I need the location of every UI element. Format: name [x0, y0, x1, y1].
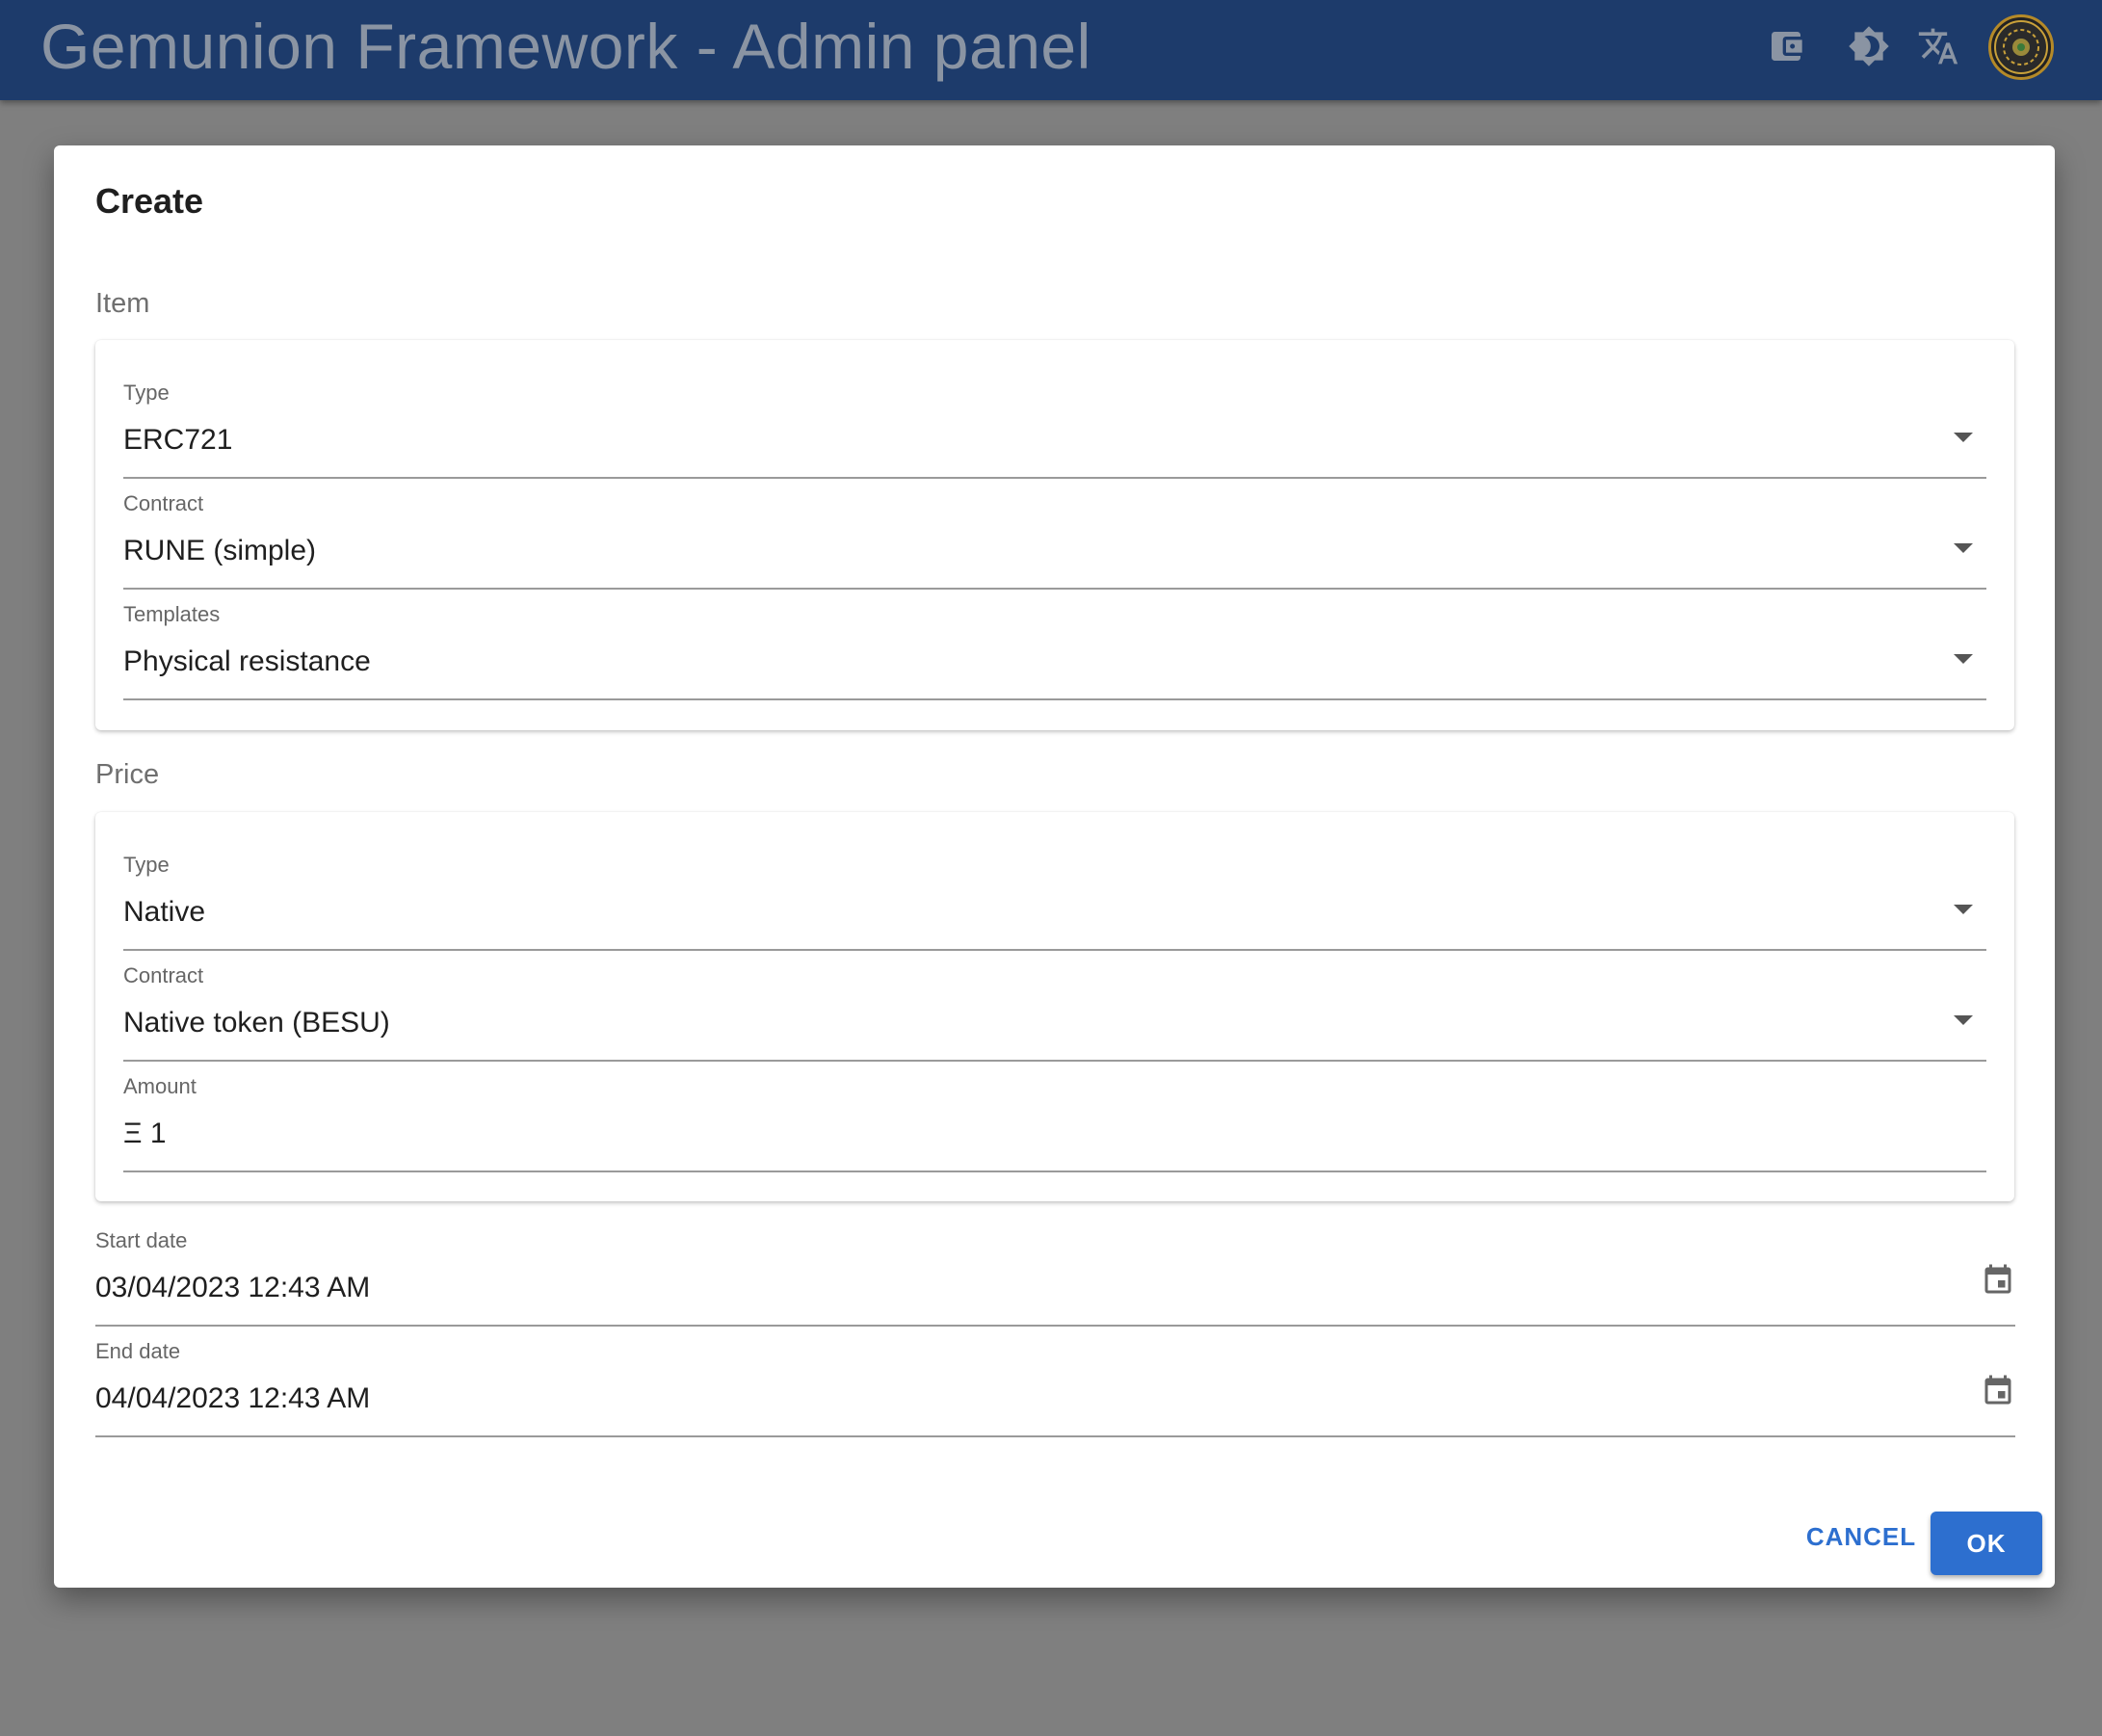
item-templates-label: Templates	[123, 602, 221, 626]
chevron-down-icon	[1954, 543, 1973, 553]
create-dialog: Create Item Type ERC721 Contract RUNE (s…	[54, 145, 2055, 1588]
price-amount-input[interactable]: Amount Ξ 1	[123, 1072, 1986, 1172]
start-date-label: Start date	[95, 1228, 188, 1252]
chevron-down-icon	[1954, 1015, 1973, 1025]
start-date-value: 03/04/2023 12:43 AM	[95, 1272, 371, 1303]
item-section-label: Item	[95, 288, 150, 319]
price-contract-value: Native token (BESU)	[123, 1007, 390, 1039]
app-bar: Gemunion Framework - Admin panel	[0, 0, 2102, 100]
item-contract-value: RUNE (simple)	[123, 535, 317, 566]
chevron-down-icon	[1954, 905, 1973, 914]
calendar-icon[interactable]	[1981, 1374, 2015, 1408]
item-templates-value: Physical resistance	[123, 645, 371, 677]
item-type-value: ERC721	[123, 424, 233, 456]
translate-icon[interactable]	[1909, 17, 1967, 75]
dialog-title: Create	[95, 181, 204, 221]
start-date-field[interactable]: Start date 03/04/2023 12:43 AM	[95, 1226, 2015, 1327]
calendar-icon[interactable]	[1981, 1263, 2015, 1298]
price-type-label: Type	[123, 853, 170, 877]
price-section-card: Type Native Contract Native token (BESU)…	[95, 812, 2014, 1201]
price-section-label: Price	[95, 759, 160, 790]
item-contract-select[interactable]: Contract RUNE (simple)	[123, 489, 1986, 590]
item-contract-label: Contract	[123, 491, 204, 515]
brightness-icon[interactable]	[1840, 17, 1898, 75]
cancel-button[interactable]: CANCEL	[1794, 1512, 1929, 1562]
item-type-label: Type	[123, 381, 170, 405]
item-type-select[interactable]: Type ERC721	[123, 379, 1986, 479]
end-date-value: 04/04/2023 12:43 AM	[95, 1382, 371, 1414]
item-templates-select[interactable]: Templates Physical resistance	[123, 600, 1986, 700]
item-section-card: Type ERC721 Contract RUNE (simple) Templ…	[95, 340, 2014, 730]
price-amount-value: Ξ 1	[123, 1118, 167, 1149]
wallet-icon[interactable]	[1757, 17, 1815, 75]
end-date-field[interactable]: End date 04/04/2023 12:43 AM	[95, 1337, 2015, 1437]
price-type-select[interactable]: Type Native	[123, 851, 1986, 951]
avatar[interactable]	[1988, 14, 2054, 80]
app-title: Gemunion Framework - Admin panel	[40, 11, 1091, 82]
price-type-value: Native	[123, 896, 206, 928]
ok-button[interactable]: OK	[1931, 1512, 2042, 1575]
price-contract-label: Contract	[123, 963, 204, 987]
end-date-label: End date	[95, 1339, 181, 1363]
price-contract-select[interactable]: Contract Native token (BESU)	[123, 961, 1986, 1062]
price-amount-label: Amount	[123, 1074, 197, 1098]
chevron-down-icon	[1954, 654, 1973, 664]
chevron-down-icon	[1954, 433, 1973, 442]
